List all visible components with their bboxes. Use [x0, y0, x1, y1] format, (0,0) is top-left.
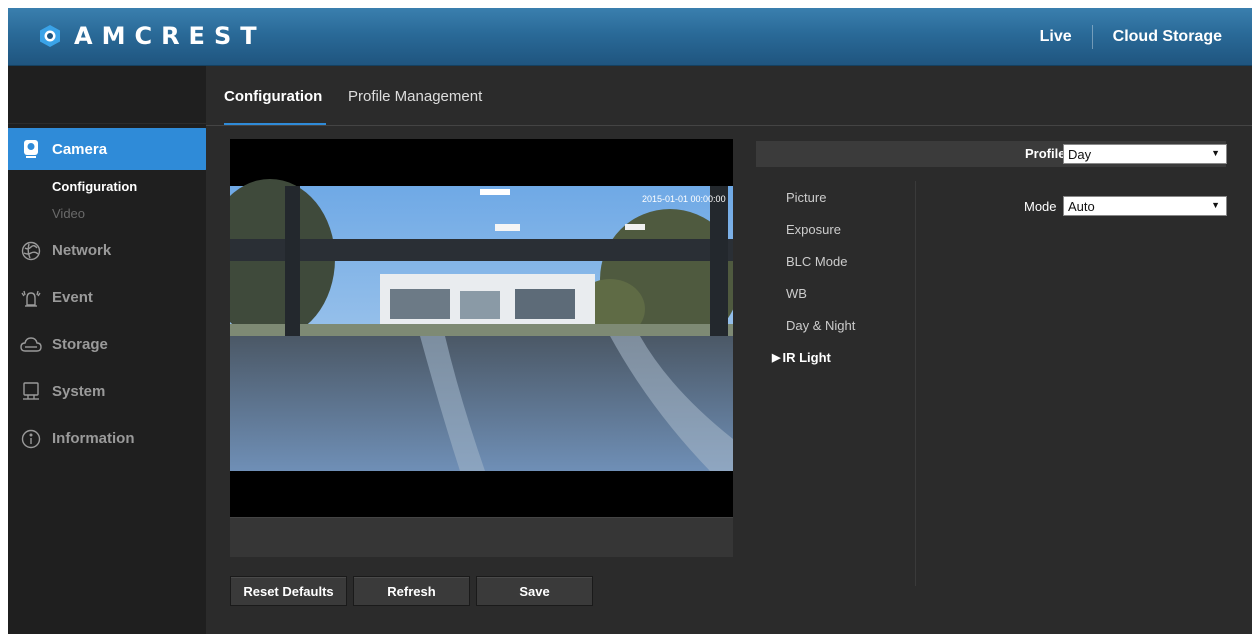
sidebar-item-event[interactable]: Event [8, 274, 206, 321]
sidebar: Camera Configuration Video Network Event… [8, 66, 214, 634]
mode-select[interactable]: Auto ▼ [1063, 196, 1227, 216]
action-buttons: Reset Defaults Refresh Save [230, 576, 593, 606]
tab-profile-management[interactable]: Profile Management [348, 88, 482, 105]
settings-menu: Picture Exposure BLC Mode WB Day & Night… [766, 181, 916, 586]
settings-item-day-night[interactable]: Day & Night [766, 309, 915, 341]
video-preview: 2015-01-01 00:00:00 [230, 139, 733, 517]
sidebar-subitem-video[interactable]: Video [8, 200, 206, 227]
sidebar-item-label: Storage [52, 336, 108, 353]
refresh-button[interactable]: Refresh [353, 576, 470, 606]
tab-bar: Configuration Profile Management [206, 66, 1252, 126]
save-button[interactable]: Save [476, 576, 593, 606]
sidebar-item-storage[interactable]: Storage [8, 321, 206, 368]
sidebar-subitem-configuration[interactable]: Configuration [8, 173, 206, 200]
sidebar-item-label: Network [52, 242, 112, 259]
main-content: Configuration Profile Management 2015-01… [206, 66, 1252, 634]
profile-select[interactable]: Day ▼ [1063, 144, 1227, 164]
settings-item-exposure[interactable]: Exposure [766, 213, 915, 245]
top-nav: Live Cloud Storage [1020, 8, 1252, 66]
reset-defaults-button[interactable]: Reset Defaults [230, 576, 347, 606]
event-alarm-icon [20, 287, 42, 309]
storage-cloud-icon [20, 334, 42, 356]
video-timestamp-overlay: 2015-01-01 00:00:00 [642, 194, 726, 204]
nav-cloud-storage-link[interactable]: Cloud Storage [1093, 28, 1252, 46]
settings-item-label: IR Light [782, 349, 831, 365]
camera-icon [20, 138, 42, 160]
brand-logo: AMCREST [38, 22, 266, 50]
chevron-down-icon: ▼ [1211, 200, 1220, 210]
profile-select-value: Day [1068, 146, 1092, 162]
amcrest-logo-icon [40, 25, 60, 47]
mode-select-value: Auto [1068, 198, 1095, 214]
sidebar-item-information[interactable]: Information [8, 415, 206, 462]
settings-item-picture[interactable]: Picture [766, 181, 915, 213]
sidebar-item-network[interactable]: Network [8, 227, 206, 274]
sidebar-spacer [8, 66, 206, 124]
settings-item-ir-light[interactable]: ▶ IR Light [766, 341, 915, 373]
settings-item-blc-mode[interactable]: BLC Mode [766, 245, 915, 277]
app-window: AMCREST Live Cloud Storage Camera Config… [8, 8, 1252, 634]
top-header: AMCREST Live Cloud Storage [8, 8, 1252, 66]
settings-item-wb[interactable]: WB [766, 277, 915, 309]
brand-name: AMCREST [74, 22, 266, 50]
network-icon [20, 240, 42, 262]
sidebar-item-camera[interactable]: Camera [8, 128, 214, 170]
sidebar-item-label: Information [52, 430, 135, 447]
sidebar-item-label: System [52, 383, 106, 400]
system-monitor-icon [20, 381, 42, 403]
sidebar-item-system[interactable]: System [8, 368, 206, 415]
video-control-bar [230, 517, 733, 557]
selected-arrow-icon: ▶ [772, 351, 781, 364]
chevron-down-icon: ▼ [1211, 148, 1220, 158]
tab-configuration[interactable]: Configuration [224, 88, 327, 125]
info-icon [20, 428, 42, 450]
profile-label: Profile [1025, 146, 1066, 161]
nav-live-link[interactable]: Live [1020, 28, 1092, 46]
sidebar-item-label: Event [52, 289, 93, 306]
mode-label: Mode [1024, 199, 1057, 214]
sidebar-item-label: Camera [52, 140, 108, 158]
